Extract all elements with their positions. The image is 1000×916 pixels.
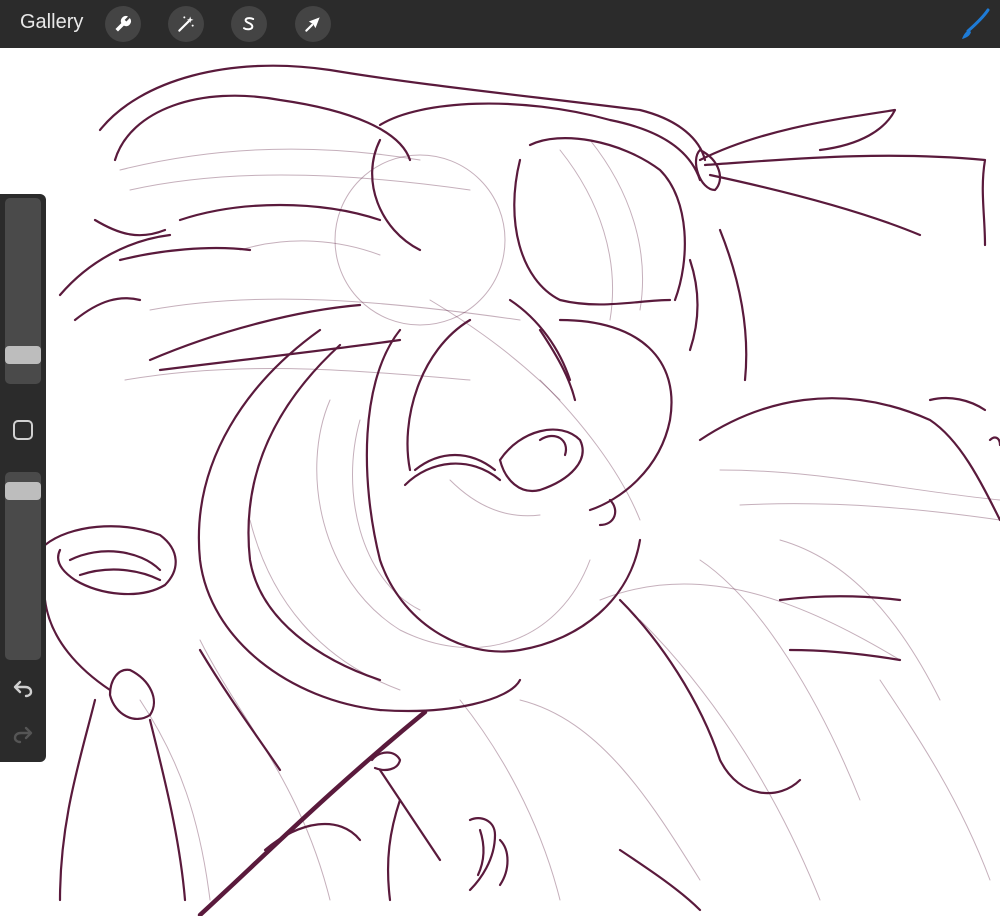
gallery-button[interactable]: Gallery (20, 11, 83, 34)
brush-icon[interactable] (958, 6, 992, 42)
modify-square-icon[interactable] (13, 420, 33, 440)
left-sidebar (0, 194, 46, 762)
opacity-handle[interactable] (5, 482, 41, 501)
undo-icon[interactable] (11, 676, 35, 700)
redo-icon[interactable] (11, 722, 35, 746)
magic-wand-icon[interactable] (168, 6, 204, 42)
top-toolbar: Gallery (0, 0, 1000, 48)
wrench-icon[interactable] (105, 6, 141, 42)
selection-s-icon[interactable] (231, 6, 267, 42)
arrow-cursor-icon[interactable] (295, 6, 331, 42)
drawing-canvas[interactable] (0, 48, 1000, 916)
brush-size-handle[interactable] (5, 345, 41, 364)
opacity-slider[interactable] (5, 472, 41, 660)
